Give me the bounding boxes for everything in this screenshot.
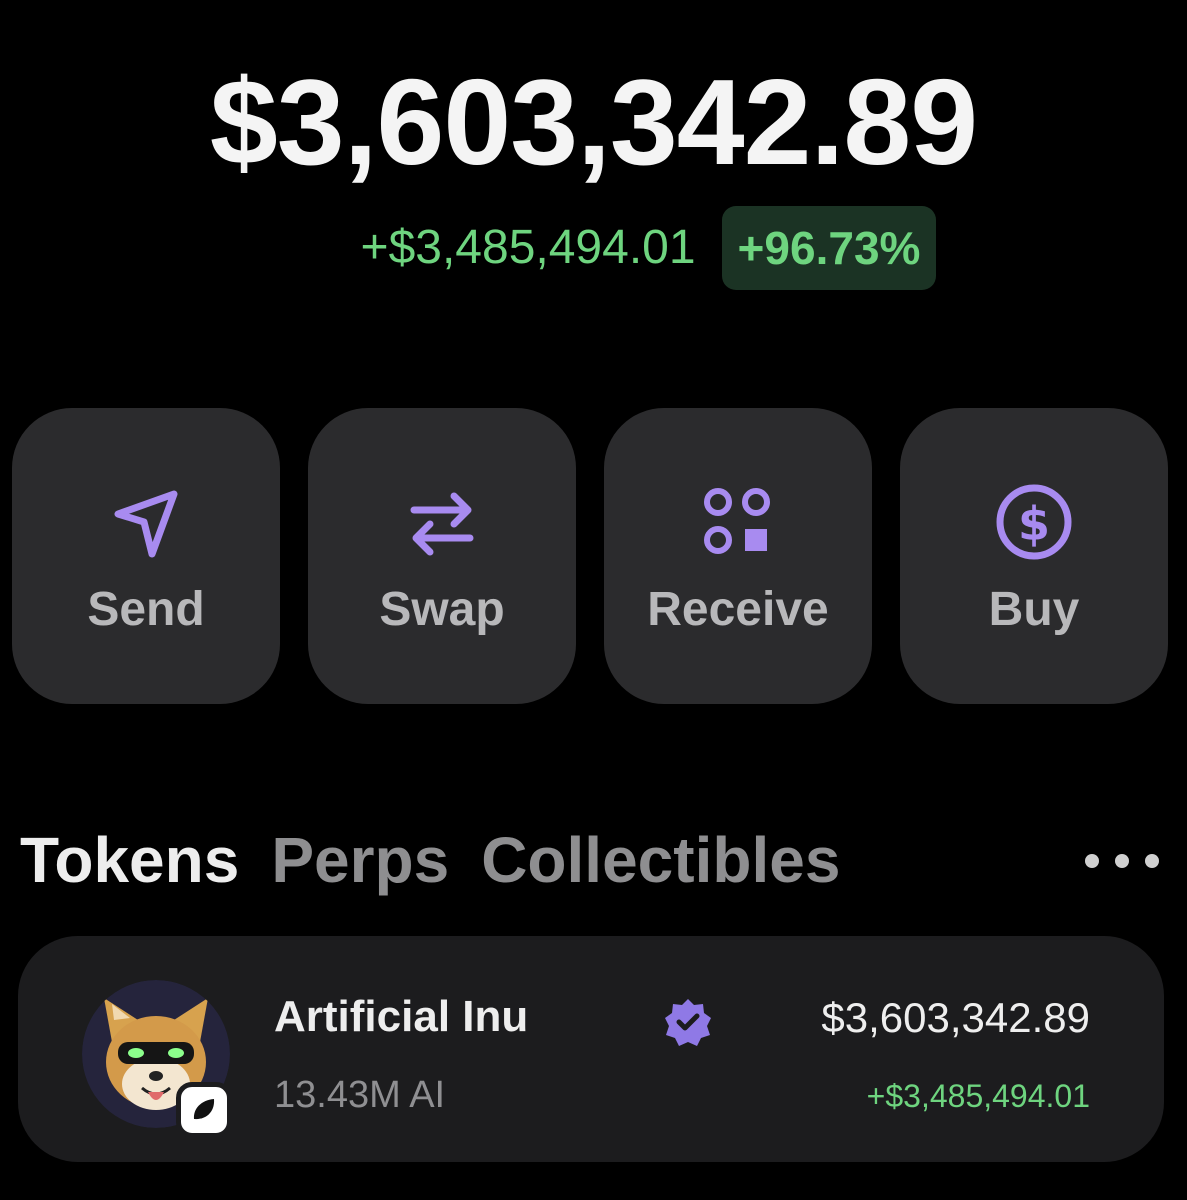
portfolio-change-row: +$3,485,494.01 +96.73% (0, 206, 1187, 290)
action-buttons: Send Swap Receive $ Buy (12, 408, 1172, 704)
dollar-icon: $ (996, 484, 1072, 560)
receive-button[interactable]: Receive (604, 408, 872, 704)
token-value: $3,603,342.89 (821, 994, 1090, 1041)
asset-tabs: Tokens Perps Collectibles (20, 820, 840, 900)
token-change: +$3,485,494.01 (866, 1078, 1090, 1114)
token-balance: 13.43M AI (274, 1074, 446, 1116)
tab-tokens[interactable]: Tokens (20, 820, 239, 900)
tab-perps[interactable]: Perps (271, 820, 449, 900)
buy-label: Buy (988, 583, 1080, 636)
send-button[interactable]: Send (12, 408, 280, 704)
portfolio-change-amount: +$3,485,494.01 (360, 221, 696, 274)
send-label: Send (87, 583, 205, 636)
token-name: Artificial Inu (274, 992, 529, 1041)
portfolio-change-percent-badge: +96.73% (721, 206, 937, 290)
buy-button[interactable]: $ Buy (900, 408, 1168, 704)
portfolio-balance: $3,603,342.89 (209, 54, 978, 190)
receive-icon (704, 488, 770, 554)
token-row-artificial-inu[interactable]: Artificial Inu 13.43M AI $3,603,342.89 +… (18, 936, 1164, 1162)
verified-badge-icon (665, 999, 711, 1046)
svg-text:$: $ (1018, 497, 1050, 551)
swap-icon (410, 492, 474, 556)
receive-label: Receive (647, 583, 829, 636)
swap-button[interactable]: Swap (308, 408, 576, 704)
tab-collectibles[interactable]: Collectibles (481, 820, 840, 900)
swap-label: Swap (379, 583, 505, 636)
chain-badge-icon (176, 1082, 232, 1138)
more-horizontal-icon[interactable] (1080, 846, 1164, 876)
send-icon (114, 490, 178, 558)
